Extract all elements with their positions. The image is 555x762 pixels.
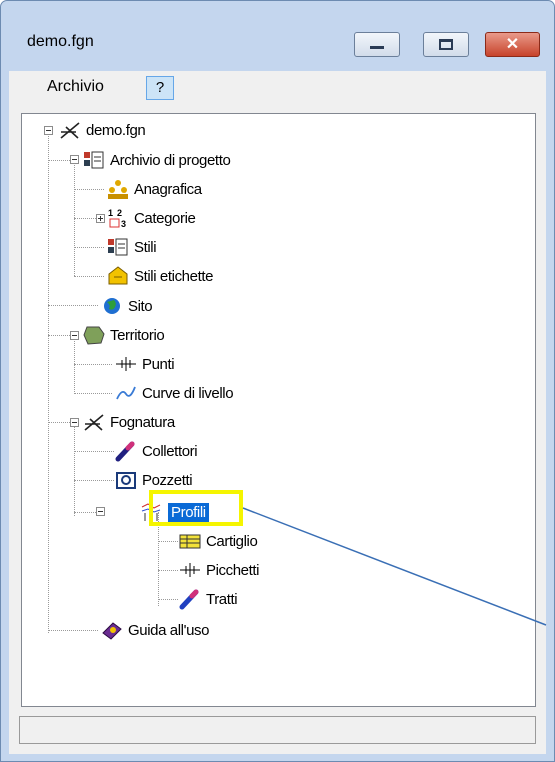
callout-line — [242, 507, 547, 626]
